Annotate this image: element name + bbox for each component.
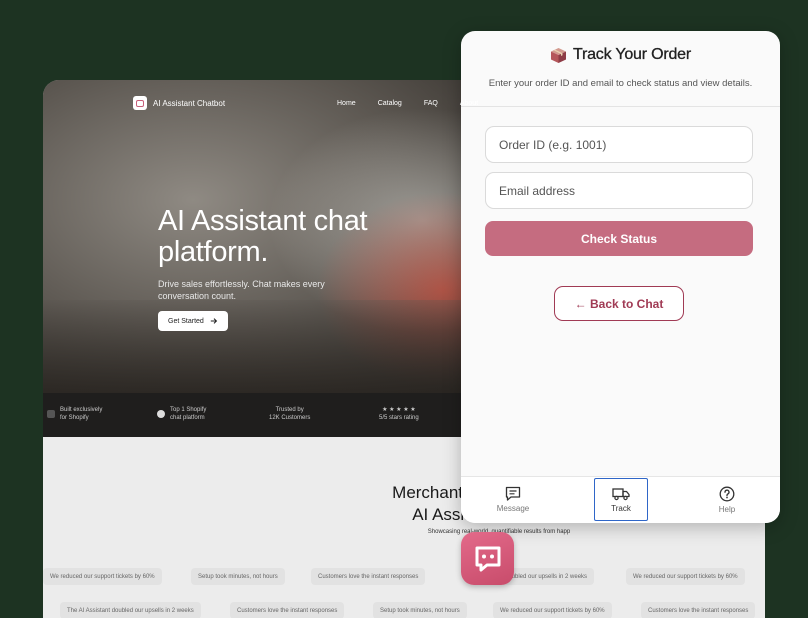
testimonial-pill: The AI Assistant doubled our upsells in … bbox=[60, 602, 201, 618]
nav-link-catalog[interactable]: Catalog bbox=[378, 100, 402, 107]
hero-title-line1: AI Assistant chat bbox=[158, 205, 368, 237]
trust-item: Trusted by 12K Customers bbox=[269, 406, 310, 422]
check-status-button[interactable]: Check Status bbox=[485, 221, 753, 256]
testimonial-pill: Setup took minutes, not hours bbox=[373, 602, 467, 618]
trust-line: Trusted by bbox=[275, 407, 304, 413]
package-icon bbox=[550, 47, 566, 63]
testimonial-pill: Customers love the instant responses bbox=[311, 568, 426, 585]
nav-link-faq[interactable]: FAQ bbox=[424, 100, 438, 107]
nav-link-home[interactable]: Home bbox=[337, 100, 356, 107]
order-id-input[interactable] bbox=[485, 126, 753, 163]
trust-line: 12K Customers bbox=[269, 415, 311, 421]
nav-link-about[interactable]: About bbox=[460, 100, 478, 107]
brand-logo-icon bbox=[133, 96, 147, 110]
shopify-icon bbox=[47, 410, 55, 418]
check-circle-icon bbox=[157, 410, 165, 418]
trust-line: 5/5 stars rating bbox=[379, 415, 419, 421]
hero-title: AI Assistant chat platform. bbox=[158, 205, 368, 268]
tab-track-label: Track bbox=[611, 503, 631, 513]
tab-message[interactable]: Message bbox=[486, 478, 540, 521]
site-nav: AI Assistant Chatbot Home Catalog FAQ Ab… bbox=[133, 94, 765, 112]
trust-line: for Shopify bbox=[60, 415, 89, 421]
trust-item: Top 1 Shopify chat platform bbox=[157, 406, 206, 422]
testimonial-pill: We reduced our support tickets by 60% bbox=[43, 568, 162, 585]
get-started-button[interactable]: Get Started bbox=[158, 311, 228, 331]
chat-bubble-icon bbox=[475, 546, 500, 571]
widget-tab-bar: Message Track Help bbox=[461, 476, 780, 523]
trust-item: Built exclusively for Shopify bbox=[47, 406, 102, 422]
arrow-right-icon bbox=[210, 318, 217, 324]
tab-track[interactable]: Track bbox=[594, 478, 648, 521]
tab-help[interactable]: Help bbox=[700, 478, 754, 521]
trust-line: chat platform bbox=[170, 415, 205, 421]
widget-title-text: Track Your Order bbox=[572, 46, 692, 63]
chat-launcher-button[interactable] bbox=[461, 532, 514, 585]
rating-stars: ★ ★ ★ ★ ★ bbox=[382, 407, 416, 413]
back-to-chat-button[interactable]: ← Back to Chat bbox=[554, 286, 684, 321]
hero-subtitle: Drive sales effortlessly. Chat makes eve… bbox=[158, 279, 325, 301]
trust-item: ★ ★ ★ ★ ★ 5/5 stars rating bbox=[379, 406, 419, 422]
get-started-label: Get Started bbox=[168, 317, 204, 325]
testimonial-pill: Setup took minutes, not hours bbox=[191, 568, 285, 585]
brand-name: AI Assistant Chatbot bbox=[153, 98, 226, 108]
tab-help-label: Help bbox=[718, 504, 736, 514]
widget-title: Track Your Order bbox=[461, 46, 780, 64]
truck-icon bbox=[612, 487, 630, 500]
testimonial-pill: We reduced our support tickets by 60% bbox=[626, 568, 745, 585]
trust-line: Top 1 Shopify bbox=[170, 407, 207, 413]
message-icon bbox=[505, 486, 521, 501]
widget-description: Enter your order ID and email to check s… bbox=[488, 78, 753, 89]
testimonial-pill: We reduced our support tickets by 60% bbox=[493, 602, 612, 618]
testimonial-pill: Customers love the instant responses bbox=[641, 602, 756, 618]
hero-title-line2: platform. bbox=[158, 236, 269, 268]
help-circle-icon bbox=[719, 486, 735, 501]
brand[interactable]: AI Assistant Chatbot bbox=[133, 96, 225, 110]
merchants-subtitle: Showcasing real-world, quantifiable resu… bbox=[427, 529, 571, 535]
tab-message-label: Message bbox=[496, 504, 530, 513]
email-input[interactable] bbox=[485, 172, 753, 209]
trust-line: Built exclusively bbox=[60, 407, 103, 413]
testimonial-pill: Customers love the instant responses bbox=[230, 602, 345, 618]
